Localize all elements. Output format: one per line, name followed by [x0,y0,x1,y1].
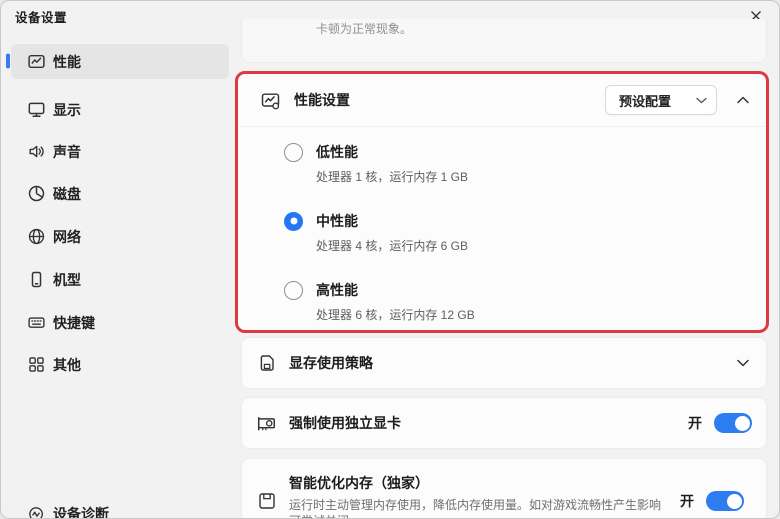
performance-settings-header: 性能设置 预设配置 [238,74,766,126]
dropdown-value: 预设配置 [619,91,671,110]
radio-unchecked-icon[interactable] [284,143,303,162]
grid-icon [27,355,46,374]
display-icon [27,100,46,119]
radio-option[interactable]: 低性能 [284,142,746,162]
sidebar-item-display[interactable]: 显示 [11,92,229,127]
sidebar-item-model[interactable]: 机型 [11,262,229,297]
sidebar-item-label: 磁盘 [53,184,81,204]
smart-memory-text: 智能优化内存（独家） 运行时主动管理内存使用，降低内存使用量。如对游戏流畅性产生… [289,473,680,519]
option-description: 处理器 6 核，运行内存 12 GB [316,306,746,323]
option-medium-performance: 中性能 处理器 4 核，运行内存 6 GB [284,211,746,254]
force-dgpu-card: 强制使用独立显卡 开 [241,397,767,449]
sidebar: 性能 显示 声音 磁盘 网络 [1,31,235,518]
toggle-group: 开 [688,413,752,433]
keyboard-icon [27,313,46,332]
chevron-down-icon [696,97,707,104]
sidebar-item-label: 快捷键 [53,313,95,333]
selected-indicator [6,54,10,69]
card-title: 强制使用独立显卡 [289,413,688,433]
network-icon [27,227,46,246]
smart-memory-toggle[interactable] [706,491,744,511]
phone-icon [27,270,46,289]
disk-icon [27,184,46,203]
toggle-state-label: 开 [688,413,702,433]
sidebar-item-label: 设备诊断 [53,504,109,519]
sound-icon [27,142,46,161]
sidebar-item-label: 性能 [53,52,81,72]
sidebar-item-other[interactable]: 其他 [11,347,229,382]
toggle-state-label: 开 [680,491,694,511]
sidebar-item-sound[interactable]: 声音 [11,134,229,169]
option-high-performance: 高性能 处理器 6 核，运行内存 12 GB [284,280,746,323]
radio-checked-icon[interactable] [284,212,303,231]
sidebar-item-hotkeys[interactable]: 快捷键 [11,305,229,340]
card-description: 运行时主动管理内存使用，降低内存使用量。如对游戏流畅性产生影响可尝试关闭。 [289,497,667,519]
collapse-button[interactable] [734,91,752,109]
previous-card-text: 卡顿为正常现象。 [316,20,412,37]
sidebar-item-disk[interactable]: 磁盘 [11,176,229,211]
smart-memory-card: 智能优化内存（独家） 运行时主动管理内存使用，降低内存使用量。如对游戏流畅性产生… [241,458,767,519]
sidebar-item-label: 声音 [53,142,81,162]
expand-button[interactable] [734,354,752,372]
performance-options: 低性能 处理器 1 核，运行内存 1 GB 中性能 处理器 4 核，运行内存 6… [238,127,766,323]
card-title: 智能优化内存（独家） [289,473,670,493]
force-dgpu-toggle[interactable] [714,413,752,433]
option-label: 中性能 [316,211,358,231]
option-label: 高性能 [316,280,358,300]
card-title: 显存使用策略 [289,353,734,373]
sidebar-item-label: 其他 [53,355,81,375]
sidebar-item-label: 机型 [53,270,81,290]
performance-icon [27,52,46,71]
sidebar-item-diagnostics[interactable]: 设备诊断 [11,497,229,519]
option-low-performance: 低性能 处理器 1 核，运行内存 1 GB [284,142,746,185]
radio-option[interactable]: 中性能 [284,211,746,231]
sidebar-item-network[interactable]: 网络 [11,219,229,254]
performance-settings-icon [260,90,281,111]
option-description: 处理器 4 核，运行内存 6 GB [316,237,746,254]
preset-config-dropdown[interactable]: 预设配置 [605,85,717,115]
main-content: 卡顿为正常现象。 性能设置 预设配置 [231,19,773,519]
toggle-group: 开 [680,491,744,511]
sidebar-item-label: 显示 [53,100,81,120]
card-title: 性能设置 [294,90,605,110]
sidebar-item-performance[interactable]: 性能 [11,44,229,79]
gpu-icon [256,413,277,434]
performance-settings-card: 性能设置 预设配置 低性能 [235,71,769,333]
memory-icon [256,491,277,512]
device-settings-window: 设备设置 性能 显示 声音 [0,0,780,519]
chevron-up-icon [737,96,749,104]
sidebar-item-label: 网络 [53,227,81,247]
diagnostics-icon [27,505,46,519]
radio-unchecked-icon[interactable] [284,281,303,300]
option-label: 低性能 [316,142,358,162]
window-title: 设备设置 [15,7,67,26]
vram-policy-card[interactable]: 显存使用策略 [241,337,767,389]
vram-icon [256,353,277,374]
chevron-down-icon [737,359,749,367]
radio-option[interactable]: 高性能 [284,280,746,300]
option-description: 处理器 1 核，运行内存 1 GB [316,168,746,185]
